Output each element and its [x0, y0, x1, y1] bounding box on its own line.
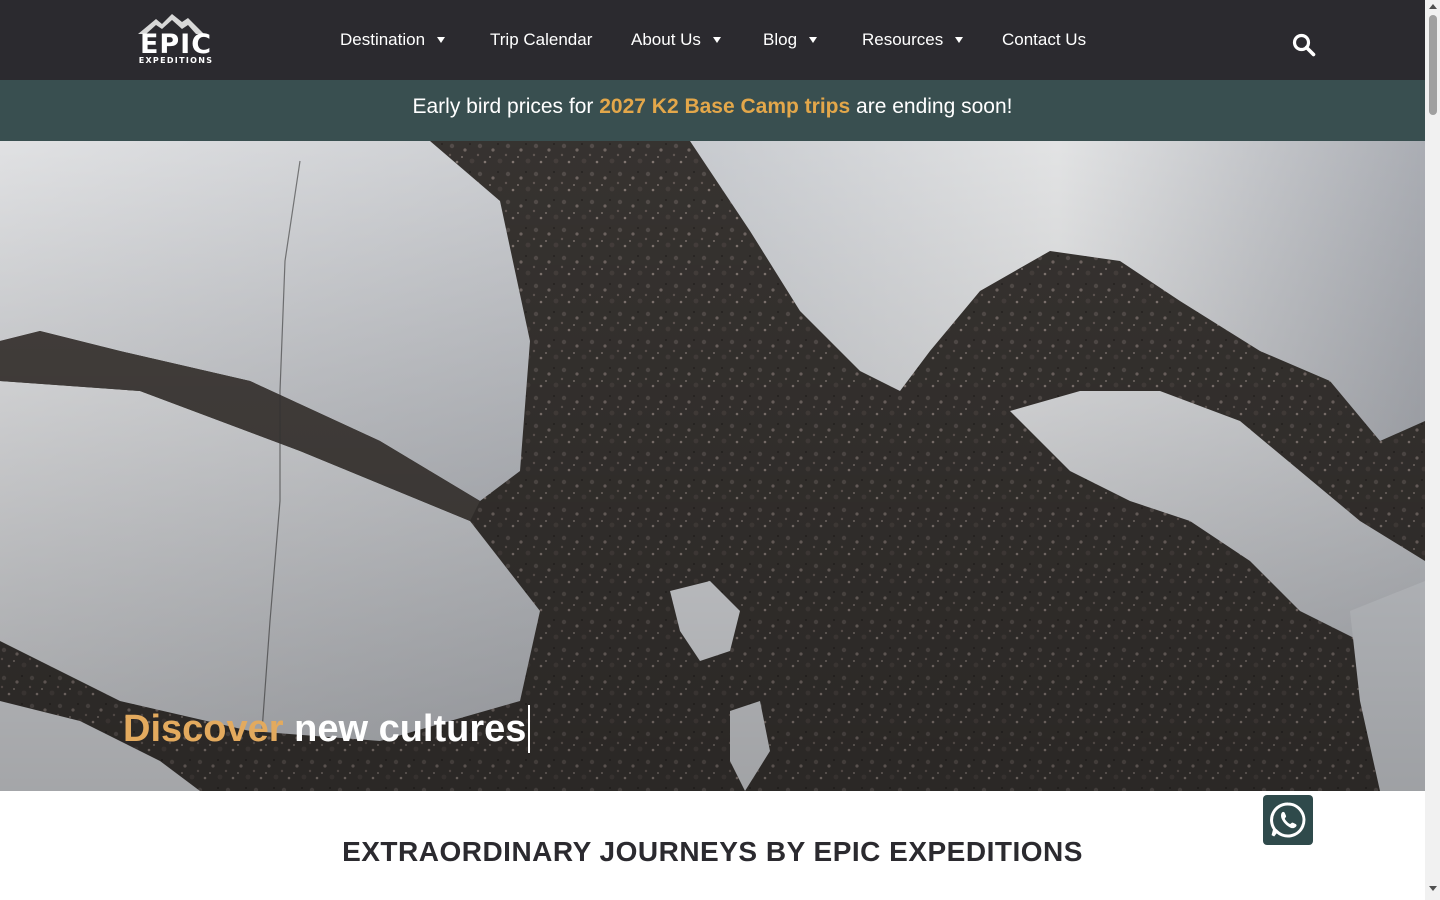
nav-item-about-us[interactable]: About Us — [631, 29, 721, 51]
section-title: EXTRAORDINARY JOURNEYS BY EPIC EXPEDITIO… — [342, 836, 1083, 867]
search-button[interactable] — [1292, 33, 1316, 57]
hero-background-image — [0, 141, 1425, 791]
nav-item-destination[interactable]: Destination — [340, 29, 446, 51]
page-scrollbar[interactable] — [1425, 0, 1440, 900]
promo-banner: Early bird prices for 2027 K2 Base Camp … — [0, 80, 1425, 141]
hero-section: Discover new cultures — [0, 141, 1425, 791]
promo-text-before: Early bird prices for — [412, 95, 600, 118]
site-header: EPIC EXPEDITIONS Destination Trip Calend… — [0, 0, 1425, 80]
hero-rest-text: new cultures — [283, 708, 527, 750]
typing-cursor — [528, 705, 531, 753]
whatsapp-button[interactable] — [1263, 795, 1313, 845]
nav-item-label: Contact Us — [1002, 30, 1087, 49]
hero-title: Discover new cultures — [123, 705, 531, 753]
search-icon — [1292, 33, 1316, 57]
scrollbar-thumb[interactable] — [1429, 15, 1437, 115]
hero-accent-word: Discover — [123, 708, 284, 750]
nav-item-contact-us[interactable]: Contact Us — [1002, 29, 1086, 51]
promo-link[interactable]: 2027 K2 Base Camp trips — [599, 95, 850, 118]
nav-item-blog[interactable]: Blog — [763, 29, 818, 51]
logo-subtitle: EXPEDITIONS — [138, 56, 214, 65]
scroll-down-arrow-icon[interactable] — [1429, 886, 1437, 891]
nav-item-label: About Us — [631, 30, 701, 49]
promo-text-after: are ending soon! — [850, 95, 1013, 118]
nav-item-label: Blog — [763, 30, 798, 49]
caret-down-icon — [955, 37, 964, 43]
epic-expeditions-logo[interactable]: EPIC EXPEDITIONS — [124, 12, 218, 68]
scroll-up-arrow-icon[interactable] — [1429, 4, 1437, 9]
caret-down-icon — [712, 37, 721, 43]
nav-item-label: Destination — [340, 30, 426, 49]
nav-item-trip-calendar[interactable]: Trip Calendar — [490, 29, 592, 51]
caret-down-icon — [809, 37, 818, 43]
whatsapp-icon — [1270, 802, 1306, 838]
nav-item-label: Trip Calendar — [490, 30, 593, 49]
caret-down-icon — [437, 37, 446, 43]
nav-item-resources[interactable]: Resources — [862, 29, 964, 51]
nav-item-label: Resources — [862, 30, 944, 49]
